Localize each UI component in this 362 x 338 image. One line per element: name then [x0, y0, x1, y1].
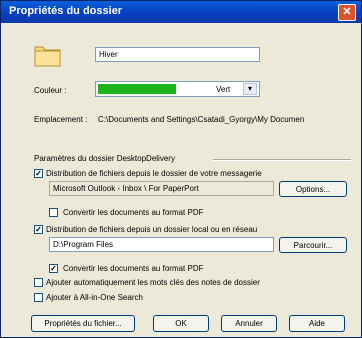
keywords-label: Ajouter automatiquement les mots clés de… — [46, 278, 260, 287]
mail-convert-label: Convertir les documents au format PDF — [63, 208, 204, 217]
window-title: Propriétés du dossier — [9, 5, 123, 17]
ok-button[interactable]: OK — [153, 315, 209, 332]
local-checkbox[interactable]: ✓ — [34, 225, 43, 234]
local-path-input[interactable]: D:\Program Files — [49, 237, 274, 252]
options-button[interactable]: Options... — [279, 181, 347, 197]
section-divider — [213, 159, 351, 161]
title-bar: Propriétés du dossier ✕ — [1, 1, 361, 23]
search-label: Ajouter à All-in-One Search — [46, 293, 143, 302]
local-convert-checkbox[interactable]: ✓ — [49, 264, 58, 273]
folder-properties-dialog: Propriétés du dossier ✕ Hiver Couleur : … — [0, 0, 362, 338]
check-icon: ✓ — [35, 169, 42, 178]
folder-icon — [34, 46, 61, 67]
folder-name-input[interactable]: Hiver — [95, 47, 260, 62]
check-icon: ✓ — [35, 225, 42, 234]
dropdown-button[interactable]: ▾ — [243, 83, 257, 95]
mail-convert-checkbox[interactable] — [49, 208, 58, 217]
check-icon: ✓ — [50, 264, 57, 273]
location-path: C:\Documents and Settings\Csatadi_Gyorgy… — [98, 115, 305, 124]
color-swatch — [98, 84, 176, 94]
close-button[interactable]: ✕ — [338, 4, 356, 21]
help-button[interactable]: Aide — [289, 315, 345, 332]
cancel-button[interactable]: Annuler — [221, 315, 277, 332]
local-convert-label: Convertir les documents au format PDF — [63, 264, 204, 273]
mail-source-field: Microsoft Outlook - Inbox \ For PaperPor… — [49, 181, 274, 196]
mail-label: Distribution de fichiers depuis le dossi… — [46, 169, 262, 178]
location-label: Emplacement : — [34, 115, 88, 124]
chevron-down-icon: ▾ — [247, 84, 252, 93]
browse-button[interactable]: Parcourir... — [279, 237, 347, 253]
close-icon: ✕ — [342, 6, 352, 18]
color-select[interactable]: Vert ▾ — [95, 81, 260, 97]
search-checkbox[interactable] — [34, 293, 43, 302]
mail-checkbox[interactable]: ✓ — [34, 169, 43, 178]
color-value: Vert — [216, 85, 231, 94]
color-label: Couleur : — [34, 86, 67, 95]
file-properties-button[interactable]: Propriétés du fichier... — [31, 315, 135, 332]
keywords-checkbox[interactable] — [34, 278, 43, 287]
local-label: Distribution de fichiers depuis un dossi… — [46, 225, 258, 234]
section-title: Paramètres du dossier DesktopDelivery — [34, 154, 175, 163]
